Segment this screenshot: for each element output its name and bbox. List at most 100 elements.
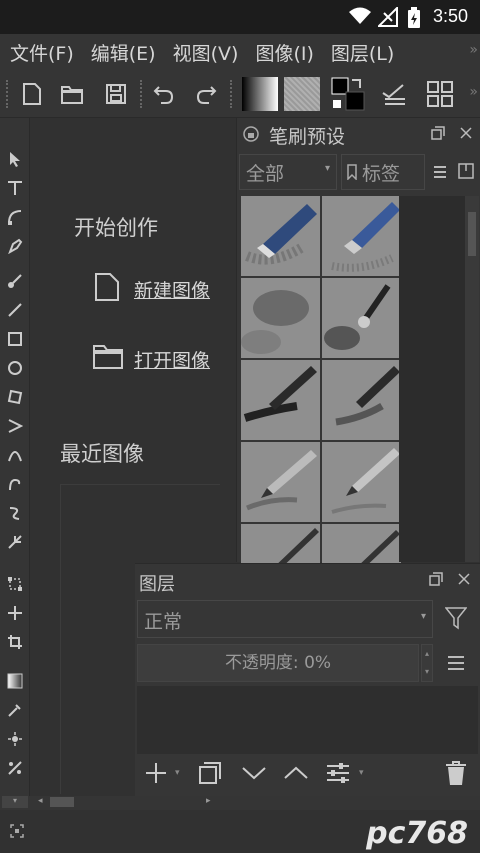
layers-title: 图层: [139, 574, 175, 595]
open-folder-icon: [93, 345, 123, 369]
brush-preset-eraser-soft[interactable]: [322, 196, 401, 276]
gradient-tool-icon[interactable]: [4, 670, 26, 692]
opacity-value: 不透明度: 0%: [224, 653, 332, 673]
toolbox: [0, 118, 30, 796]
color-picker-icon[interactable]: [4, 699, 26, 721]
assistant-tool-icon[interactable]: [4, 757, 26, 779]
menu-layer[interactable]: 图层(L): [331, 39, 394, 66]
menu-edit[interactable]: 编辑(E): [91, 39, 156, 66]
main-toolbar: »: [0, 70, 480, 118]
move-layer-up-icon[interactable]: [281, 758, 311, 788]
status-bar: 3:50: [0, 0, 480, 34]
freehand-path-icon[interactable]: [4, 473, 26, 495]
lock-icon[interactable]: [243, 126, 259, 142]
transform-tool-icon[interactable]: [4, 573, 26, 595]
text-tool-icon[interactable]: [4, 177, 26, 199]
blend-mode-select[interactable]: 正常 ▾: [137, 600, 433, 638]
brush-presets-title: 笔刷预设: [269, 126, 346, 148]
redo-icon[interactable]: [190, 78, 222, 110]
menu-image[interactable]: 图像(I): [255, 39, 313, 66]
float-docker-icon[interactable]: [431, 126, 445, 140]
pattern-icon[interactable]: [284, 77, 320, 111]
polyline-tool-icon[interactable]: [4, 415, 26, 437]
polygon-tool-icon[interactable]: [4, 386, 26, 408]
scroll-right-icon[interactable]: ▸: [206, 796, 216, 808]
bookmark-icon: [347, 164, 357, 180]
fullscreen-icon[interactable]: [10, 824, 24, 838]
opacity-stepper[interactable]: ▴ ▾: [421, 644, 433, 682]
filter-icon[interactable]: [445, 606, 467, 630]
move-layer-down-icon[interactable]: [239, 758, 269, 788]
brush-tool-icon[interactable]: [4, 270, 26, 292]
layer-properties-icon[interactable]: [323, 758, 353, 788]
watermark-logo: pc768: [366, 816, 468, 851]
toolbar-separator: [230, 80, 234, 108]
bezier-tool-icon[interactable]: [4, 444, 26, 466]
brush-presets-docker: 笔刷预设 全部 ▾ 标签: [236, 118, 480, 604]
toolbar-handle[interactable]: [6, 80, 10, 108]
new-document-icon[interactable]: [16, 78, 48, 110]
horizontal-scrollbar[interactable]: ▾ ◂ ▸: [0, 796, 480, 810]
scroll-thumb[interactable]: [50, 797, 74, 807]
workspace-grid-icon[interactable]: [424, 78, 456, 110]
brush-preset-empty-area: [399, 196, 465, 562]
smart-patch-icon[interactable]: [4, 728, 26, 750]
float-docker-icon[interactable]: [429, 572, 443, 586]
panel-toggle-icon[interactable]: [457, 162, 475, 180]
rectangle-tool-icon[interactable]: [4, 328, 26, 350]
scroll-left-icon[interactable]: ◂: [38, 796, 48, 808]
chevron-down-icon: ▾: [420, 611, 426, 622]
layer-menu-icon[interactable]: [447, 656, 465, 670]
edit-shapes-icon[interactable]: [4, 206, 26, 228]
add-layer-icon[interactable]: [141, 758, 171, 788]
new-document-icon: [95, 273, 119, 301]
brush-filter-value: 全部: [246, 163, 285, 185]
chevron-down-icon: ▾: [324, 163, 330, 174]
new-image-link[interactable]: 新建图像: [134, 276, 210, 303]
brush-preset-pencil-b[interactable]: [322, 442, 401, 522]
battery-icon: [408, 7, 420, 28]
gradient-icon[interactable]: [242, 77, 278, 111]
calligraphy-icon[interactable]: [4, 235, 26, 257]
duplicate-layer-icon[interactable]: [195, 758, 225, 788]
tag-select[interactable]: 标签: [341, 154, 425, 190]
brush-preset-scrollbar[interactable]: [465, 196, 479, 562]
select-pointer-icon[interactable]: [4, 148, 26, 170]
brush-preset-eraser-hard[interactable]: [241, 196, 320, 276]
menu-view[interactable]: 视图(V): [173, 39, 239, 66]
layers-docker: 图层 正常 ▾ 不透明度: 0% ▴ ▾ ▾ ▾: [135, 563, 480, 796]
recent-images-heading: 最近图像: [60, 442, 144, 466]
multibrush-icon[interactable]: [4, 531, 26, 553]
save-icon[interactable]: [100, 78, 132, 110]
open-image-link[interactable]: 打开图像: [134, 346, 210, 373]
chevron-down-icon[interactable]: ▾: [175, 768, 180, 778]
undo-icon[interactable]: [148, 78, 180, 110]
view-options-icon[interactable]: [433, 166, 447, 178]
brush-preset-blender[interactable]: [322, 278, 401, 358]
crop-tool-icon[interactable]: [4, 631, 26, 653]
dynamic-brush-icon[interactable]: [4, 502, 26, 524]
ellipse-tool-icon[interactable]: [4, 357, 26, 379]
status-footer: pc768: [0, 810, 480, 853]
opacity-slider[interactable]: 不透明度: 0%: [137, 644, 419, 682]
move-tool-icon[interactable]: [4, 602, 26, 624]
close-icon[interactable]: [457, 572, 471, 586]
brush-filter-select[interactable]: 全部 ▾: [239, 154, 337, 190]
line-tool-icon[interactable]: [4, 299, 26, 321]
delete-layer-icon[interactable]: [441, 758, 471, 788]
chevron-down-icon[interactable]: ▾: [359, 768, 364, 778]
menu-overflow-icon[interactable]: »: [469, 42, 478, 58]
brush-preset-ink-pen[interactable]: [241, 360, 320, 440]
brush-preset-ink-soft[interactable]: [322, 360, 401, 440]
layer-options-icon[interactable]: [378, 78, 410, 110]
color-swap-icon[interactable]: [330, 76, 366, 112]
chevron-down-icon[interactable]: ▾: [2, 796, 28, 808]
brush-preset-airbrush[interactable]: [241, 278, 320, 358]
close-icon[interactable]: [459, 126, 473, 140]
clock: 3:50: [432, 6, 468, 26]
layer-list[interactable]: [137, 686, 478, 754]
toolbar-overflow-icon[interactable]: »: [469, 84, 478, 100]
menu-file[interactable]: 文件(F): [10, 39, 74, 66]
brush-preset-pencil-a[interactable]: [241, 442, 320, 522]
open-folder-icon[interactable]: [56, 78, 88, 110]
